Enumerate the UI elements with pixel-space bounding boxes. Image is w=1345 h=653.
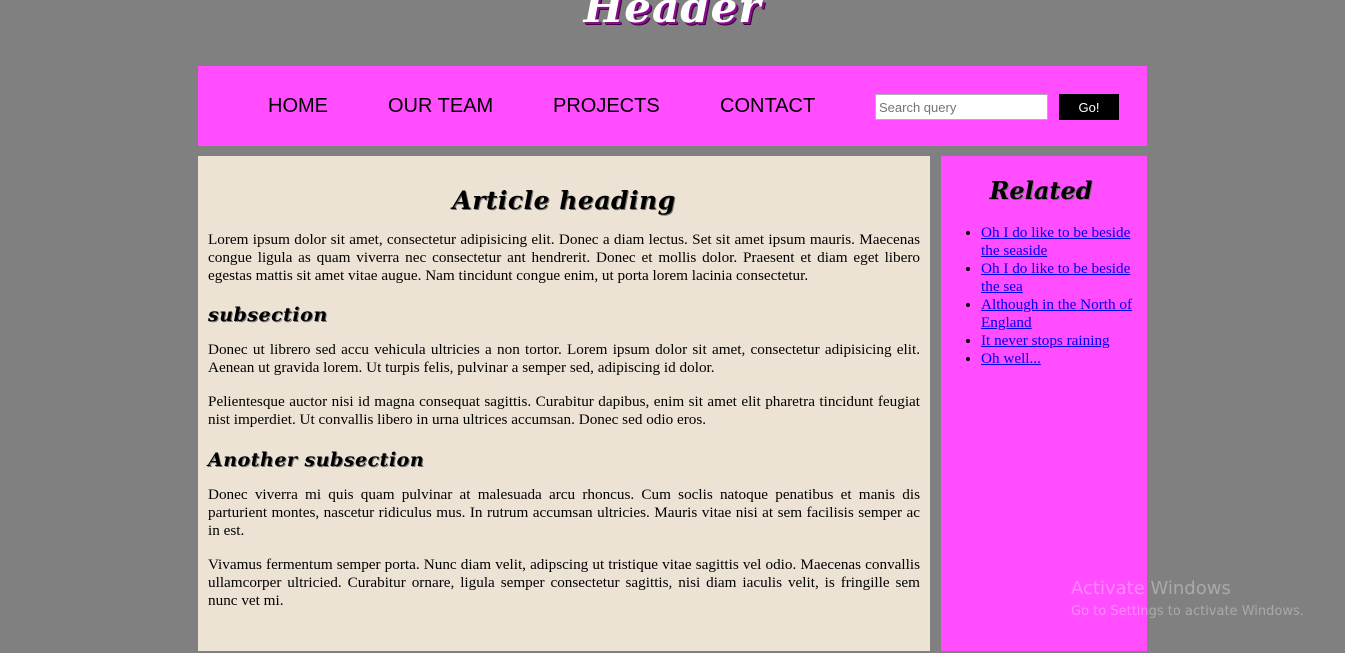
related-link-sea[interactable]: Oh I do like to be beside the sea — [981, 260, 1130, 295]
subsection-paragraph: Pelientesque auctor nisi id magna conseq… — [208, 393, 920, 428]
watermark-subtitle: Go to Settings to activate Windows. — [1071, 604, 1304, 619]
go-button[interactable]: Go! — [1059, 94, 1119, 120]
search-input[interactable] — [875, 94, 1048, 120]
article-heading: Article heading — [452, 186, 676, 215]
subsection-heading: subsection — [208, 304, 328, 326]
related-links-list: Oh I do like to be beside the seaside Oh… — [941, 224, 1147, 368]
related-link-raining[interactable]: It never stops raining — [981, 332, 1110, 349]
related-list-item: Although in the North of England — [981, 296, 1147, 332]
related-link-seaside[interactable]: Oh I do like to be beside the seaside — [981, 224, 1130, 259]
watermark-title: Activate Windows — [1071, 578, 1231, 599]
nav-item-contact[interactable]: CONTACT — [720, 95, 815, 118]
related-list-item: Oh I do like to be beside the seaside — [981, 224, 1147, 260]
related-link-north-england[interactable]: Although in the North of England — [981, 296, 1132, 331]
another-subsection-paragraph: Donec viverra mi quis quam pulvinar at m… — [208, 486, 920, 539]
main-article: Article heading Lorem ipsum dolor sit am… — [198, 156, 930, 651]
another-subsection-heading: Another subsection — [208, 449, 425, 471]
related-link-oh-well[interactable]: Oh well... — [981, 350, 1041, 367]
related-sidebar: Related Oh I do like to be beside the se… — [941, 156, 1147, 651]
related-heading: Related — [989, 176, 1093, 205]
related-list-item: It never stops raining — [981, 332, 1147, 350]
related-list-item: Oh I do like to be beside the sea — [981, 260, 1147, 296]
nav-item-home[interactable]: HOME — [268, 95, 328, 118]
article-intro-paragraph: Lorem ipsum dolor sit amet, consectetur … — [208, 231, 920, 284]
page: Header HOME OUR TEAM PROJECTS CONTACT Go… — [0, 0, 1345, 653]
activate-windows-watermark: Activate Windows Go to Settings to activ… — [1071, 578, 1304, 621]
nav-item-our-team[interactable]: OUR TEAM — [388, 95, 493, 118]
navigation-bar: HOME OUR TEAM PROJECTS CONTACT Go! — [198, 66, 1147, 146]
another-subsection-paragraph: Vivamus fermentum semper porta. Nunc dia… — [208, 556, 920, 609]
related-list-item: Oh well... — [981, 350, 1147, 368]
nav-item-projects[interactable]: PROJECTS — [553, 95, 660, 118]
site-header-title: Header — [583, 0, 762, 32]
subsection-paragraph: Donec ut librero sed accu vehicula ultri… — [208, 341, 920, 376]
